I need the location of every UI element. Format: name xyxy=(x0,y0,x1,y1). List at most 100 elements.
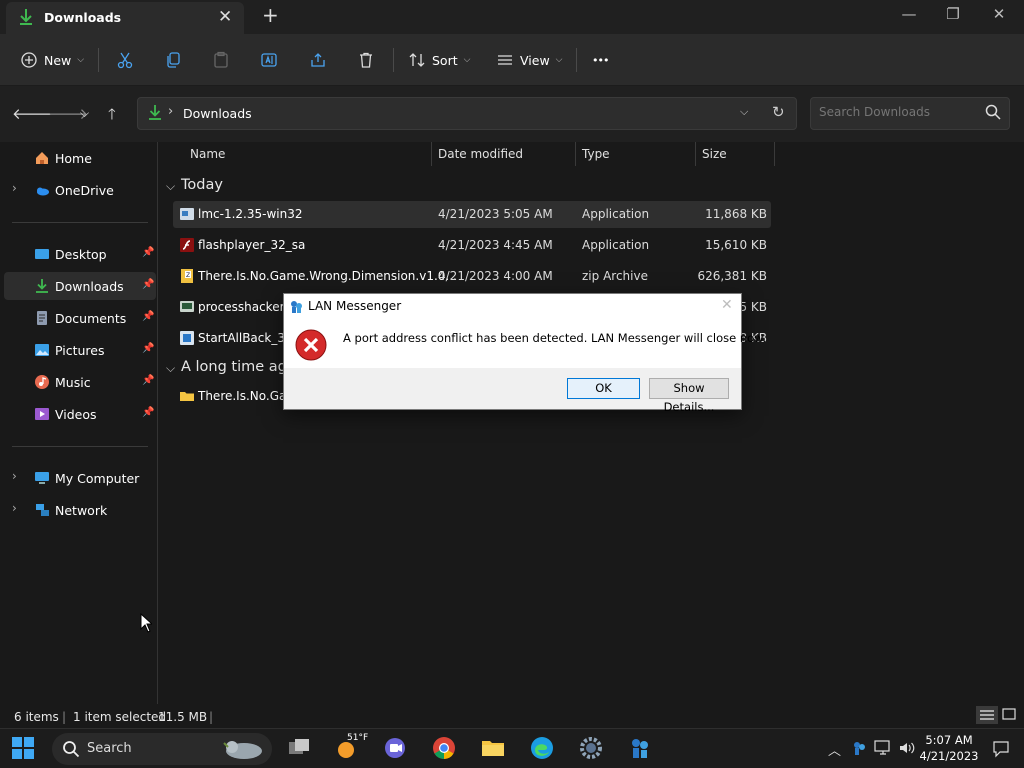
search-icon[interactable] xyxy=(985,104,1001,123)
folder-icon xyxy=(179,388,195,404)
file-size: 626,381 KB xyxy=(697,269,767,283)
expand-chevron-icon[interactable]: › xyxy=(12,501,17,515)
taskbar-search[interactable]: Search xyxy=(52,733,272,765)
sidebar-item-label: Home xyxy=(55,151,92,166)
sidebar-item-onedrive[interactable]: › OneDrive xyxy=(4,176,156,204)
download-icon xyxy=(148,104,162,125)
sidebar-item-home[interactable]: Home xyxy=(4,144,156,172)
sidebar-item-pictures[interactable]: Pictures 📌 xyxy=(4,336,156,364)
new-button[interactable]: New ⌵ xyxy=(20,48,84,72)
group-header-long-ago[interactable]: A long time ago xyxy=(181,359,296,375)
show-hidden-icons-chevron-icon[interactable]: ︿ xyxy=(828,740,841,759)
svg-text:Z: Z xyxy=(186,272,190,279)
details-view-icon[interactable] xyxy=(976,706,998,727)
application-icon xyxy=(179,206,195,222)
more-options-button[interactable]: ••• xyxy=(592,48,609,72)
view-button[interactable]: View ⌵ xyxy=(496,48,563,72)
expand-chevron-icon[interactable]: › xyxy=(12,469,17,483)
sidebar-item-desktop[interactable]: Desktop 📌 xyxy=(4,240,156,268)
tab-title: Downloads xyxy=(44,10,122,25)
rename-button[interactable] xyxy=(260,48,278,72)
settings-gear-icon[interactable] xyxy=(578,735,606,763)
paste-button[interactable] xyxy=(212,48,230,72)
taskbar: Search 51°F ︿ 5:07 AM 4/21/2023 xyxy=(0,728,1024,768)
network-tray-icon[interactable] xyxy=(874,740,892,759)
expand-chevron-icon[interactable]: › xyxy=(12,181,17,195)
item-count: 6 items xyxy=(14,710,59,724)
sort-label: Sort xyxy=(432,52,458,68)
edge-icon[interactable] xyxy=(529,735,557,763)
sidebar-item-my-computer[interactable]: › My Computer xyxy=(4,464,156,492)
table-row[interactable]: lmc-1.2.35-win32 4/21/2023 5:05 AM Appli… xyxy=(173,201,771,228)
minimize-button[interactable]: — xyxy=(886,0,932,30)
column-header-name[interactable]: Name xyxy=(190,147,225,161)
search-input[interactable] xyxy=(819,105,979,119)
dialog-close-icon[interactable]: ✕ xyxy=(721,297,733,313)
cut-button[interactable] xyxy=(116,48,134,72)
group-header-today[interactable]: Today xyxy=(181,177,223,193)
trash-icon xyxy=(360,52,372,68)
teams-chat-icon[interactable] xyxy=(382,735,410,763)
chevron-down-icon: ⌵ xyxy=(555,55,563,65)
clock-time: 5:07 AM xyxy=(925,733,973,747)
chrome-icon[interactable] xyxy=(431,735,459,763)
group-collapse-chevron-icon[interactable]: ⌵ xyxy=(166,361,175,376)
column-header-date[interactable]: Date modified xyxy=(438,147,523,161)
table-row[interactable]: Z There.Is.No.Game.Wrong.Dimension.v1.0.… xyxy=(173,263,771,290)
sidebar-item-documents[interactable]: Documents 📌 xyxy=(4,304,156,332)
mouse-cursor-icon xyxy=(140,612,154,636)
music-icon xyxy=(34,374,50,390)
taskbar-clock[interactable]: 5:07 AM 4/21/2023 xyxy=(912,732,986,764)
back-arrow-icon[interactable]: 🡐 xyxy=(12,104,52,123)
column-header-size[interactable]: Size xyxy=(702,147,727,161)
sidebar-item-music[interactable]: Music 📌 xyxy=(4,368,156,396)
share-icon xyxy=(311,53,325,67)
sidebar-item-downloads[interactable]: Downloads 📌 xyxy=(4,272,156,300)
video-icon xyxy=(34,406,50,422)
share-button[interactable] xyxy=(309,48,327,72)
tab-downloads[interactable]: Downloads ✕ xyxy=(6,2,244,34)
recent-locations-chevron-icon[interactable]: ⌵ xyxy=(80,106,89,121)
refresh-icon[interactable]: ↻ xyxy=(772,103,785,121)
table-row[interactable]: flashplayer_32_sa 4/21/2023 4:45 AM Appl… xyxy=(173,232,771,259)
lan-messenger-tray-icon[interactable] xyxy=(851,740,867,759)
document-icon xyxy=(34,310,50,326)
network-icon xyxy=(34,502,50,518)
notifications-icon[interactable] xyxy=(992,740,1010,761)
scissors-icon xyxy=(117,52,133,69)
tiles-view-icon[interactable] xyxy=(1002,707,1016,724)
dialog-body: A port address conflict has been detecte… xyxy=(284,320,766,368)
maximize-button[interactable]: ❐ xyxy=(930,0,976,30)
new-tab-button[interactable]: + xyxy=(262,3,279,27)
show-details-button[interactable]: Show Details... xyxy=(649,378,729,414)
close-button[interactable]: ✕ xyxy=(976,0,1022,30)
weather-icon[interactable]: 51°F xyxy=(334,733,368,763)
sidebar-item-videos[interactable]: Videos 📌 xyxy=(4,400,156,428)
pin-icon: 📌 xyxy=(142,311,155,322)
download-icon xyxy=(18,8,34,29)
group-collapse-chevron-icon[interactable]: ⌵ xyxy=(166,179,175,194)
desktop-icon xyxy=(34,246,50,262)
lan-messenger-taskbar-icon[interactable] xyxy=(619,729,663,768)
start-button[interactable] xyxy=(10,735,38,763)
tab-close-button[interactable]: ✕ xyxy=(218,7,232,27)
flash-icon xyxy=(179,237,195,253)
column-header-type[interactable]: Type xyxy=(582,147,610,161)
delete-button[interactable] xyxy=(357,48,375,72)
sidebar-item-network[interactable]: › Network xyxy=(4,496,156,524)
copy-button[interactable] xyxy=(164,48,182,72)
file-explorer-icon[interactable] xyxy=(480,735,508,763)
up-arrow-icon[interactable]: 🡑 xyxy=(108,104,116,129)
file-name: processhacker-2 xyxy=(198,300,296,314)
zip-archive-icon: Z xyxy=(179,268,195,284)
ok-button[interactable]: OK xyxy=(567,378,640,399)
task-view-icon[interactable] xyxy=(286,735,314,763)
address-bar[interactable]: › Downloads ⌵ ↻ xyxy=(137,97,797,130)
breadcrumb-downloads[interactable]: Downloads xyxy=(183,106,252,121)
sort-button[interactable]: Sort ⌵ xyxy=(408,48,470,72)
sidebar-item-label: Videos xyxy=(55,407,97,422)
search-box[interactable] xyxy=(810,97,1010,130)
address-dropdown-chevron-icon[interactable]: ⌵ xyxy=(740,105,748,119)
dialog-message: A port address conflict has been detecte… xyxy=(343,331,767,345)
navigation-pane: Home › OneDrive Desktop 📌 Downloads 📌 Do… xyxy=(0,142,158,704)
